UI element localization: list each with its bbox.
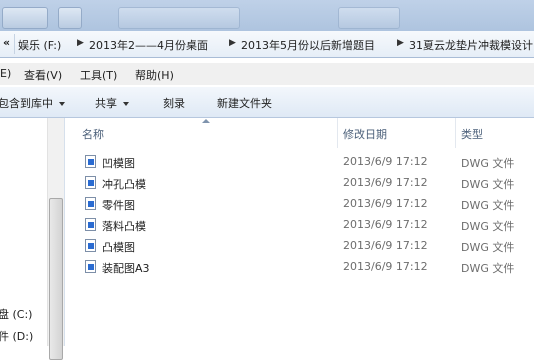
menu-item-tools[interactable]: 工具(T) bbox=[80, 67, 117, 83]
new-folder-button[interactable]: 新建文件夹 bbox=[217, 95, 272, 111]
file-row[interactable]: 零件图 2013/6/9 17:12 DWG 文件 bbox=[85, 194, 534, 214]
file-date: 2013/6/9 17:12 bbox=[343, 239, 428, 252]
background-button bbox=[58, 7, 82, 29]
chevron-down-icon bbox=[59, 102, 65, 106]
file-date: 2013/6/9 17:12 bbox=[343, 155, 428, 168]
breadcrumb-overflow-icon[interactable]: « bbox=[3, 36, 10, 49]
file-name: 凹模图 bbox=[102, 157, 135, 170]
breadcrumb-item-folder[interactable]: 2013年2——4月份桌面 bbox=[89, 37, 208, 53]
column-header-type[interactable]: 类型 bbox=[461, 126, 483, 142]
navigation-scrollbar[interactable] bbox=[47, 118, 64, 360]
file-row[interactable]: 装配图A3 2013/6/9 17:12 DWG 文件 bbox=[85, 257, 534, 277]
background-window-strip bbox=[0, 0, 534, 31]
breadcrumb-divider bbox=[14, 34, 15, 54]
file-type: DWG 文件 bbox=[461, 157, 515, 170]
breadcrumb-item-folder[interactable]: 2013年5月份以后新增题目 bbox=[241, 37, 375, 53]
column-header-name[interactable]: 名称 bbox=[82, 126, 104, 142]
dwg-file-icon bbox=[85, 176, 96, 189]
file-list: 名称 修改日期 类型 凹模图 2013/6/9 17:12 DWG 文件 冲孔凸… bbox=[65, 118, 534, 346]
dwg-file-icon bbox=[85, 239, 96, 252]
breadcrumb-separator-icon[interactable]: ▶ bbox=[77, 38, 84, 48]
file-name: 凸模图 bbox=[102, 241, 135, 254]
breadcrumb-item-drive[interactable]: 娱乐 (F:) bbox=[18, 37, 61, 53]
file-row[interactable]: 凸模图 2013/6/9 17:12 DWG 文件 bbox=[85, 236, 534, 256]
background-button bbox=[2, 7, 48, 29]
burn-button[interactable]: 刻录 bbox=[163, 95, 185, 111]
file-type: DWG 文件 bbox=[461, 241, 515, 254]
share-label: 共享 bbox=[95, 97, 117, 110]
menu-bar: E) 查看(V) 工具(T) 帮助(H) bbox=[0, 63, 534, 85]
dwg-file-icon bbox=[85, 260, 96, 273]
breadcrumb-item-current[interactable]: 31夏云龙垫片冲裁模设计 bbox=[409, 37, 533, 53]
menu-item-help[interactable]: 帮助(H) bbox=[135, 67, 174, 83]
column-divider[interactable] bbox=[455, 118, 456, 148]
dwg-file-icon bbox=[85, 155, 96, 168]
include-in-library-button[interactable]: 包含到库中 bbox=[0, 95, 65, 111]
include-in-library-label: 包含到库中 bbox=[0, 97, 53, 110]
file-name: 装配图A3 bbox=[102, 262, 150, 275]
column-header-date[interactable]: 修改日期 bbox=[343, 126, 387, 142]
file-type: DWG 文件 bbox=[461, 199, 515, 212]
file-name: 冲孔凸模 bbox=[102, 178, 146, 191]
sort-ascending-icon bbox=[202, 119, 210, 123]
menu-item-view[interactable]: 查看(V) bbox=[24, 67, 62, 83]
column-divider[interactable] bbox=[337, 118, 338, 148]
dwg-file-icon bbox=[85, 218, 96, 231]
file-row[interactable]: 冲孔凸模 2013/6/9 17:12 DWG 文件 bbox=[85, 173, 534, 193]
file-name: 落料凸模 bbox=[102, 220, 146, 233]
background-button bbox=[118, 7, 240, 29]
file-date: 2013/6/9 17:12 bbox=[343, 260, 428, 273]
nav-item-drive-d[interactable]: 件 (D:) bbox=[0, 328, 33, 344]
command-toolbar: 包含到库中 共享 刻录 新建文件夹 bbox=[0, 87, 534, 118]
share-button[interactable]: 共享 bbox=[95, 95, 129, 111]
file-row[interactable]: 凹模图 2013/6/9 17:12 DWG 文件 bbox=[85, 152, 534, 172]
file-row[interactable]: 落料凸模 2013/6/9 17:12 DWG 文件 bbox=[85, 215, 534, 235]
background-button bbox=[338, 7, 400, 29]
file-type: DWG 文件 bbox=[461, 220, 515, 233]
file-date: 2013/6/9 17:12 bbox=[343, 197, 428, 210]
nav-item-drive-c[interactable]: 盘 (C:) bbox=[0, 306, 32, 322]
chevron-down-icon bbox=[123, 102, 129, 106]
breadcrumb-separator-icon[interactable]: ▶ bbox=[397, 38, 404, 48]
file-date: 2013/6/9 17:12 bbox=[343, 218, 428, 231]
menu-item-edit[interactable]: E) bbox=[0, 67, 11, 80]
dwg-file-icon bbox=[85, 197, 96, 210]
file-type: DWG 文件 bbox=[461, 178, 515, 191]
address-bar[interactable]: « 娱乐 (F:) ▶ 2013年2——4月份桌面 ▶ 2013年5月份以后新增… bbox=[0, 31, 534, 58]
scrollbar-thumb[interactable] bbox=[49, 198, 63, 360]
file-type: DWG 文件 bbox=[461, 262, 515, 275]
file-date: 2013/6/9 17:12 bbox=[343, 176, 428, 189]
file-name: 零件图 bbox=[102, 199, 135, 212]
breadcrumb-separator-icon[interactable]: ▶ bbox=[229, 38, 236, 48]
